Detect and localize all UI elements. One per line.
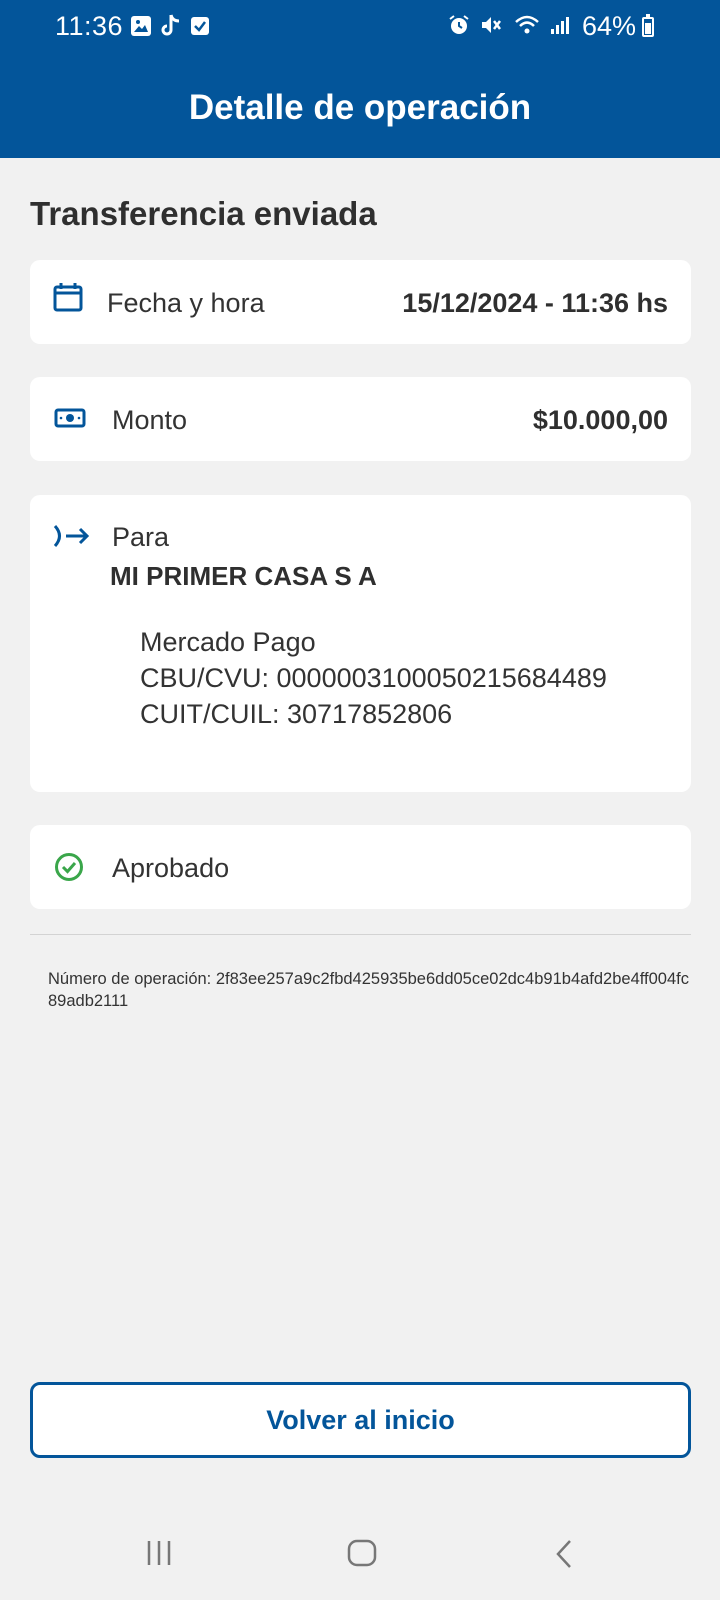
recipient-bank: Mercado Pago xyxy=(140,627,316,657)
money-icon xyxy=(54,406,86,435)
recipient-cbu: CBU/CVU: 0000003100050215684489 xyxy=(140,663,607,693)
date-time-value: 15/12/2024 - 11:36 hs xyxy=(402,288,668,318)
operation-number: Número de operación: 2f83ee257a9c2fbd425… xyxy=(48,970,689,1010)
amount-label: Monto xyxy=(112,405,188,435)
battery-icon xyxy=(642,14,654,37)
status-bar: 11:36 64% xyxy=(0,0,720,52)
date-time-card: Fecha y hora 15/12/2024 - 11:36 hs xyxy=(30,260,691,344)
recipient-cuit: CUIT/CUIL: 30717852806 xyxy=(140,699,453,729)
calendar-icon xyxy=(53,282,83,317)
page-title: Detalle de operación xyxy=(188,88,532,127)
back-to-home-button[interactable]: Volver al inicio xyxy=(30,1382,691,1458)
status-system-icons xyxy=(448,14,570,41)
recipient-name: MI PRIMER CASA S A xyxy=(110,561,377,591)
amount-value: $10.000,00 xyxy=(532,405,668,435)
status-card: Aprobado xyxy=(30,825,691,909)
status-time: 11:36 xyxy=(55,11,124,41)
top-bar: 11:36 64% Detalle de operación xyxy=(0,0,720,158)
tiktok-icon xyxy=(160,14,182,43)
signal-icon xyxy=(550,15,570,40)
recipient-card: Para MI PRIMER CASA S A Mercado Pago CBU… xyxy=(30,495,691,792)
wifi-icon xyxy=(514,14,540,41)
alarm-icon xyxy=(448,14,470,41)
recipient-label: Para xyxy=(112,522,170,552)
home-icon[interactable] xyxy=(346,1538,378,1573)
screen: 11:36 64% Detalle de operación Transfere… xyxy=(0,0,720,1600)
check-square-icon xyxy=(190,16,210,41)
system-nav-bar xyxy=(0,1508,720,1600)
divider xyxy=(30,934,691,935)
mute-icon xyxy=(480,14,504,41)
check-circle-icon xyxy=(54,852,84,887)
back-icon[interactable] xyxy=(553,1538,575,1575)
status-label: Aprobado xyxy=(112,853,230,883)
amount-card: Monto $10.000,00 xyxy=(30,377,691,461)
battery-percent: 64% xyxy=(581,11,636,41)
arrow-out-icon xyxy=(52,523,90,554)
recent-apps-icon[interactable] xyxy=(145,1538,175,1573)
date-time-label: Fecha y hora xyxy=(107,288,265,318)
status-notification-icons xyxy=(130,14,210,43)
section-title: Transferencia enviada xyxy=(30,195,377,232)
gallery-icon xyxy=(130,15,152,42)
